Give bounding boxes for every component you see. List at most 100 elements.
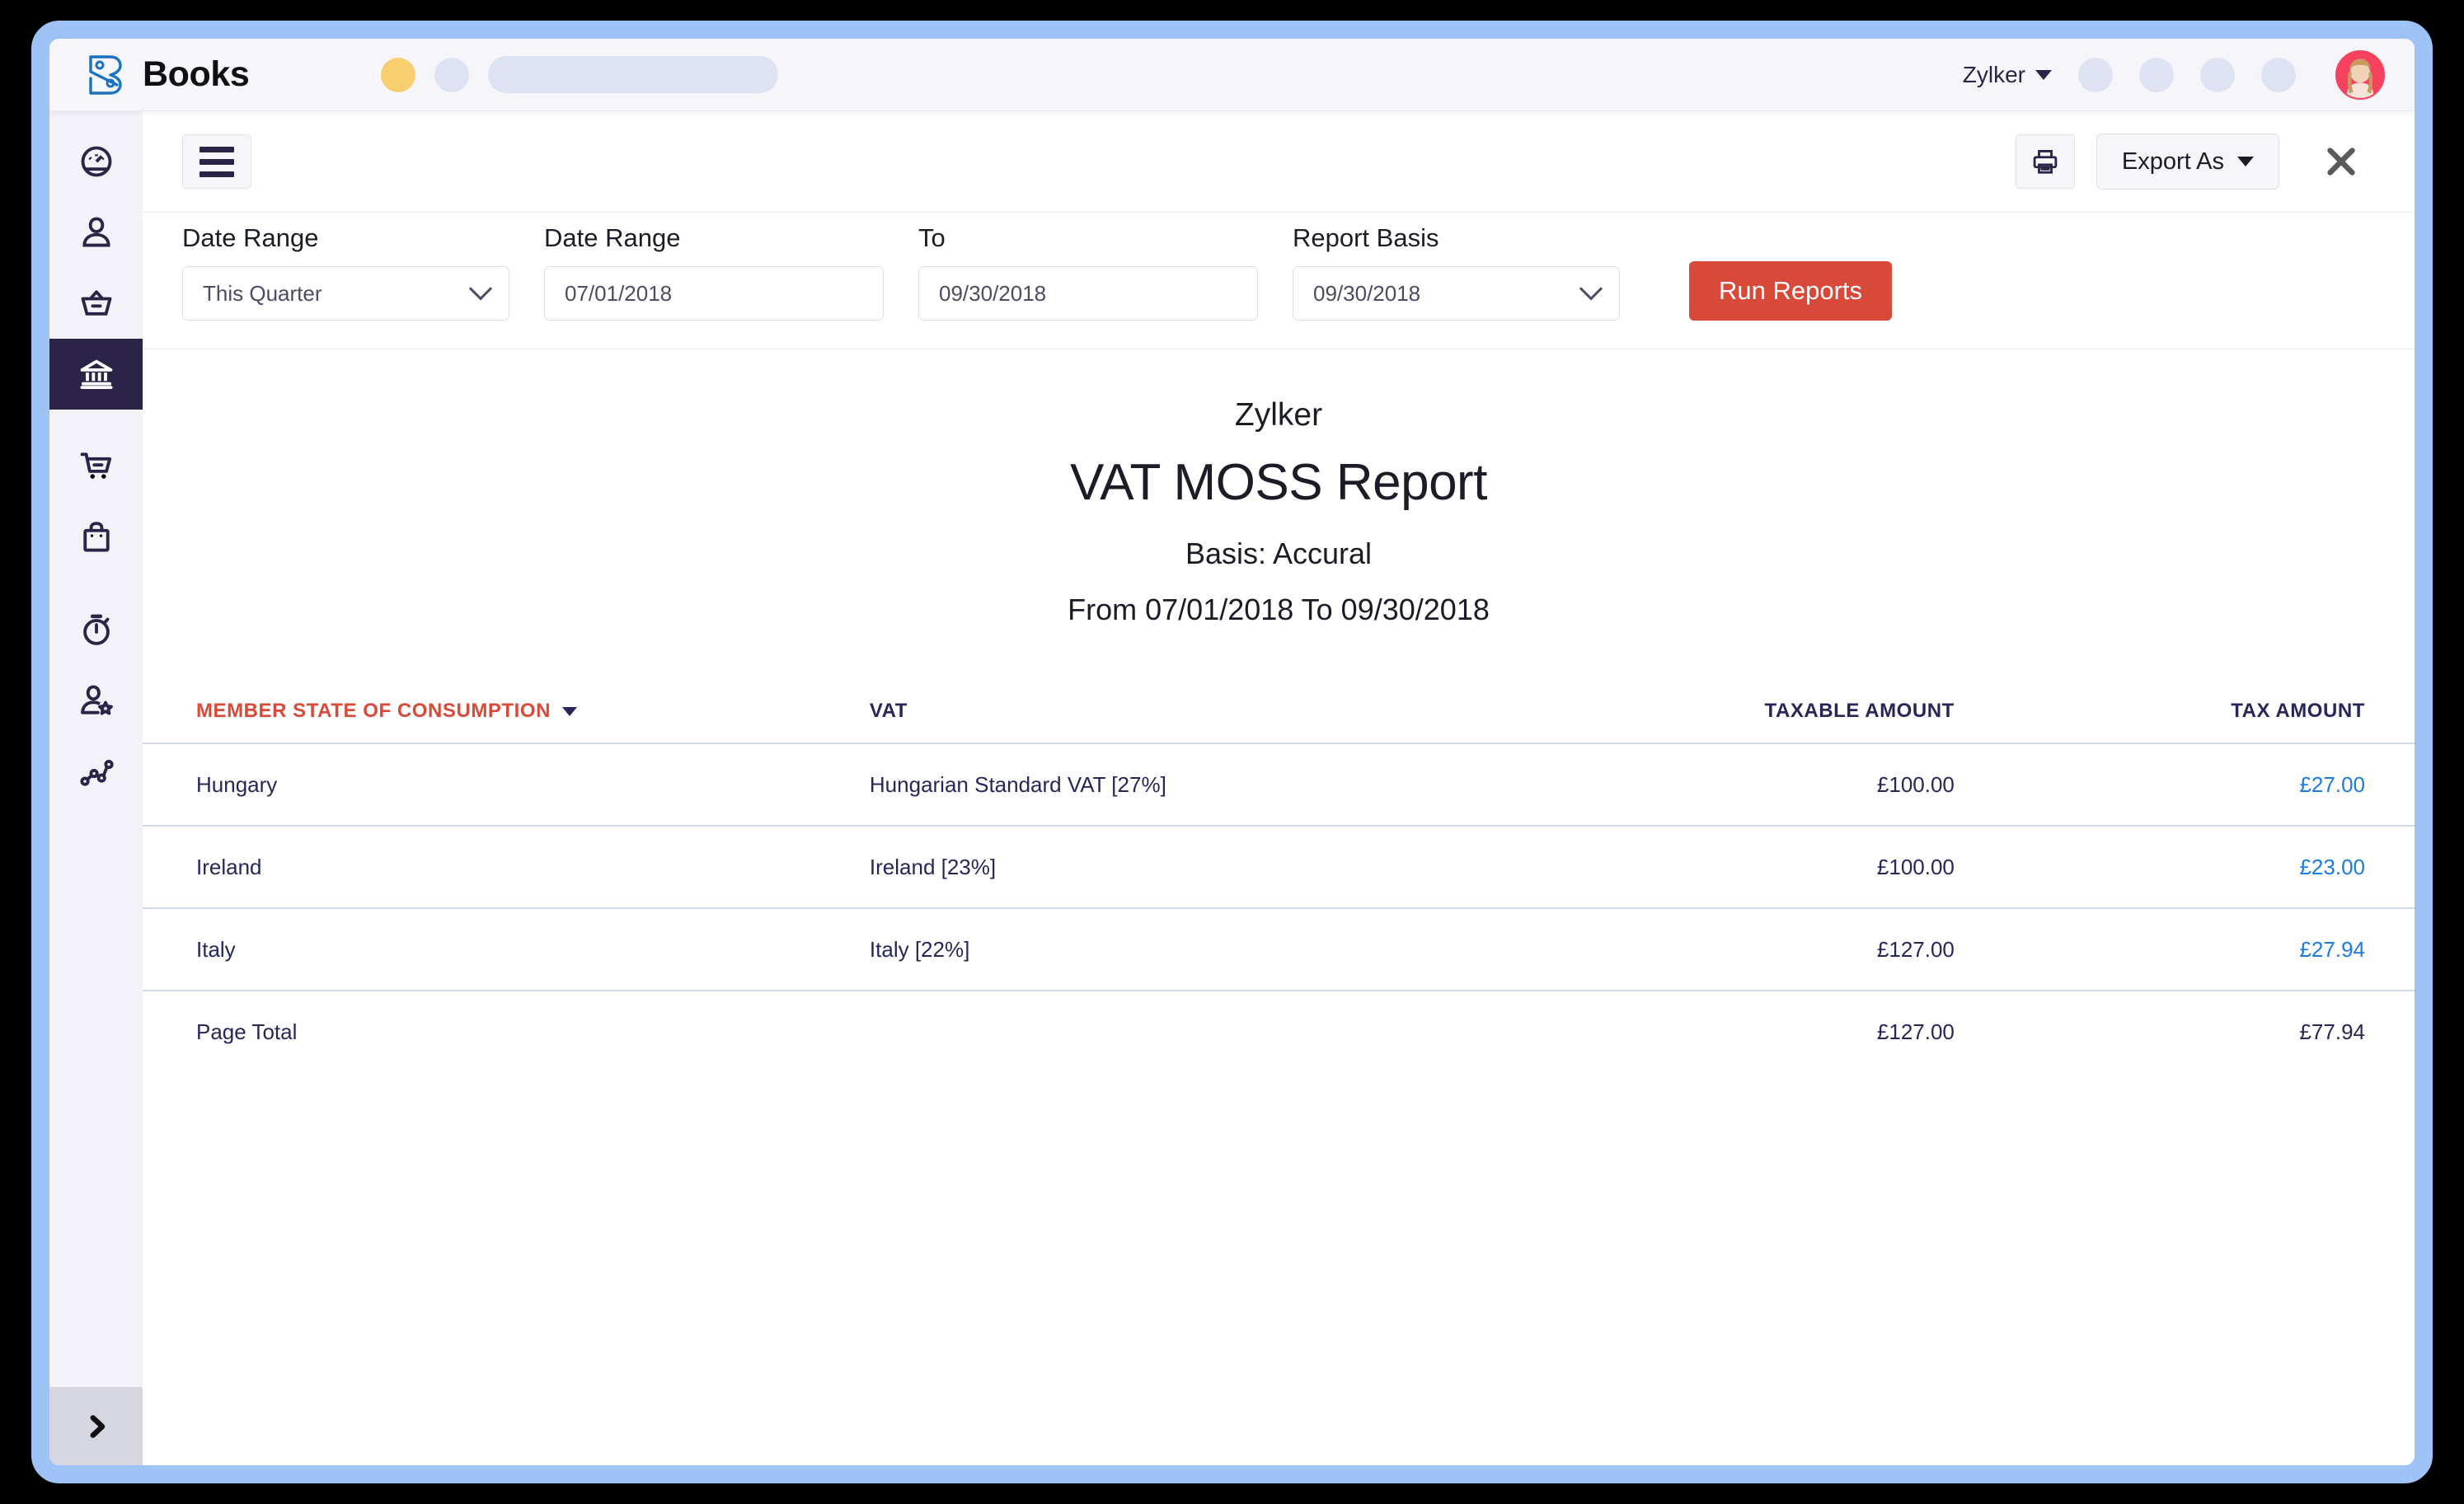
org-name: Zylker [1963,62,2025,88]
print-button[interactable] [2016,134,2075,189]
gauge-icon [78,143,115,180]
cell-vat: Hungarian Standard VAT [27%] [870,743,1506,826]
to-date-input[interactable]: 09/30/2018 [918,266,1258,321]
quick-action-dot-1[interactable] [2078,58,2113,92]
from-date-value: 07/01/2018 [565,281,672,307]
report-basis-value: 09/30/2018 [1313,281,1420,307]
table-body: Hungary Hungarian Standard VAT [27%] £10… [143,743,2415,1073]
cell-page-total-taxable: £127.00 [1506,991,2006,1073]
sidebar-item-reports[interactable] [49,736,143,807]
hamburger-bar-2 [199,159,234,165]
chevron-down-icon [1579,277,1603,300]
cell-member-state: Italy [143,908,870,991]
filter-to-date: To 09/30/2018 [918,223,1258,321]
content-panel: Export As Date Range [143,111,2415,1465]
from-date-input[interactable]: 07/01/2018 [544,266,884,321]
report-period-text: From 07/01/2018 To 09/30/2018 [143,593,2415,627]
chevron-down-icon [2035,70,2052,80]
sidebar-item-items[interactable] [49,268,143,339]
chevron-down-icon [469,277,492,300]
report-basis-select[interactable]: 09/30/2018 [1293,266,1620,321]
table-head: MEMBER STATE OF CONSUMPTION VAT TAXABLE … [143,678,2415,743]
yellow-dot-icon[interactable] [381,58,415,92]
cell-taxable-amount: £100.00 [1506,826,2006,908]
column-header-vat[interactable]: VAT [870,678,1506,743]
brand-name: Books [143,57,249,92]
basket-icon [78,285,115,321]
hamburger-menu-icon[interactable] [182,134,251,189]
table-row[interactable]: Italy Italy [22%] £127.00 £27.94 [143,908,2415,991]
sidebar-item-purchases[interactable] [49,502,143,573]
topbar-center [381,56,778,93]
quick-action-dot-4[interactable] [2261,58,2296,92]
cell-tax-amount[interactable]: £27.00 [2006,743,2415,826]
cell-member-state: Ireland [143,826,870,908]
chevron-down-icon [562,707,577,716]
export-as-label: Export As [2122,148,2224,176]
avatar-image [2337,52,2383,98]
quick-action-dot-2[interactable] [2139,58,2174,92]
brand[interactable]: Books [86,54,249,96]
sidebar-item-customers[interactable] [49,197,143,268]
table-row[interactable]: Ireland Ireland [23%] £100.00 £23.00 [143,826,2415,908]
bank-icon [78,356,115,392]
column-header-taxable-amount[interactable]: TAXABLE AMOUNT [1506,678,2006,743]
filter-date-range-preset: Date Range This Quarter [182,223,509,321]
topbar-right: Zylker [1963,50,2385,100]
hamburger-bar-3 [199,171,234,177]
report-basis-label: Report Basis [1293,223,1620,253]
sidebar-expand-button[interactable] [49,1387,143,1465]
page-title: VAT MOSS Report [143,453,2415,512]
org-switcher[interactable]: Zylker [1963,62,2052,88]
cell-vat: Italy [22%] [870,908,1506,991]
sidebar [49,111,143,1465]
cell-vat: Ireland [23%] [870,826,1506,908]
report-toolbar: Export As [143,111,2415,213]
date-range-label: Date Range [182,223,509,253]
grey-dot-icon[interactable] [434,58,469,92]
quick-action-dot-3[interactable] [2200,58,2235,92]
sidebar-item-accountant[interactable] [49,665,143,736]
stopwatch-icon [78,611,115,648]
from-date-label: Date Range [544,223,884,253]
report-area: Zylker VAT MOSS Report Basis: Accural Fr… [143,349,2415,1465]
report-organization: Zylker [143,397,2415,433]
filter-from-date: Date Range 07/01/2018 [544,223,884,321]
cell-tax-amount[interactable]: £23.00 [2006,826,2415,908]
cell-page-total-tax: £77.94 [2006,991,2415,1073]
sidebar-item-banking[interactable] [49,339,143,410]
cell-tax-amount[interactable]: £27.94 [2006,908,2415,991]
table-header-row: MEMBER STATE OF CONSUMPTION VAT TAXABLE … [143,678,2415,743]
hamburger-bar-1 [199,147,234,152]
top-bar: Books Zylker [49,39,2415,111]
run-reports-button[interactable]: Run Reports [1689,261,1892,321]
body-row: Export As Date Range [49,111,2415,1465]
connected-dots-chart-icon [78,753,115,789]
sidebar-item-dashboard[interactable] [49,126,143,197]
close-button[interactable] [2312,133,2370,190]
column-header-member-state[interactable]: MEMBER STATE OF CONSUMPTION [143,678,870,743]
cell-taxable-amount: £127.00 [1506,908,2006,991]
cell-page-total-label: Page Total [143,991,870,1073]
printer-icon [2030,147,2060,176]
app-window: Books Zylker [49,39,2415,1465]
report-header: Zylker VAT MOSS Report Basis: Accural Fr… [143,397,2415,627]
table-row[interactable]: Hungary Hungarian Standard VAT [27%] £10… [143,743,2415,826]
sidebar-item-time-tracking[interactable] [49,594,143,665]
table-total-row: Page Total £127.00 £77.94 [143,991,2415,1073]
search-placeholder-pill[interactable] [488,56,778,93]
filter-report-basis: Report Basis 09/30/2018 [1293,223,1620,321]
books-logo-icon [86,54,129,96]
vat-moss-table: MEMBER STATE OF CONSUMPTION VAT TAXABLE … [143,678,2415,1073]
date-range-select[interactable]: This Quarter [182,266,509,321]
export-as-button[interactable]: Export As [2096,134,2279,190]
cell-page-total-vat [870,991,1506,1073]
sidebar-item-sales[interactable] [49,431,143,502]
date-range-value: This Quarter [203,281,322,307]
chevron-right-icon [82,1413,110,1441]
person-star-icon [78,682,115,719]
cell-member-state: Hungary [143,743,870,826]
column-header-tax-amount[interactable]: TAX AMOUNT [2006,678,2415,743]
avatar[interactable] [2335,50,2385,100]
toolbar-actions: Export As [2016,133,2370,190]
